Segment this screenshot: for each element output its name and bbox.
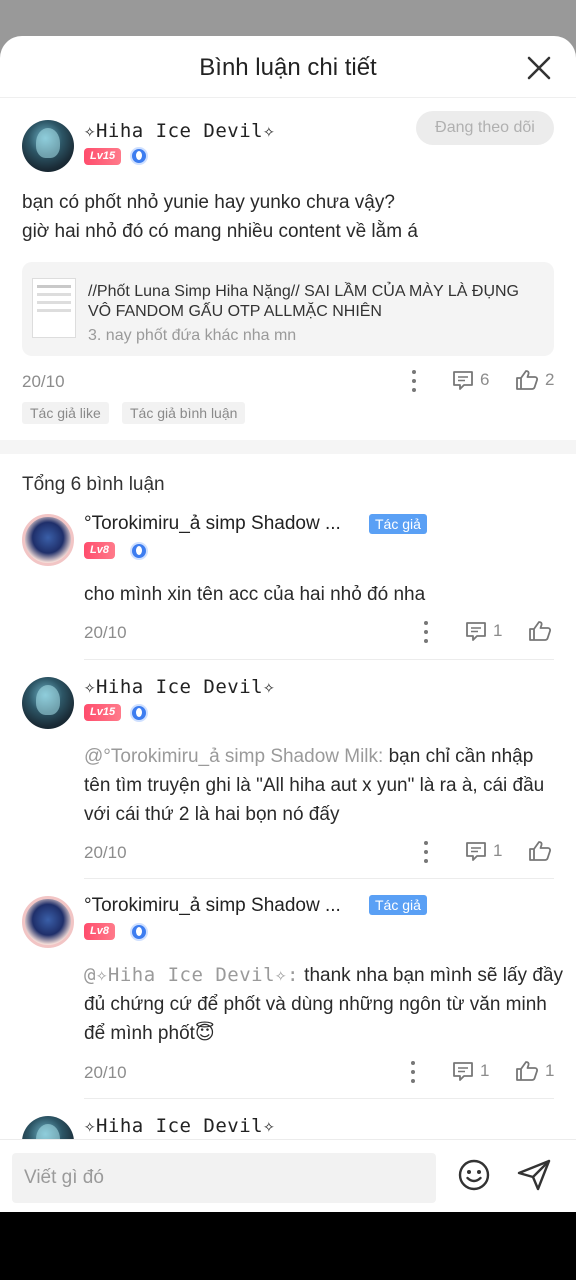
level-badge: Lv8 — [84, 923, 115, 940]
more-options-icon[interactable] — [410, 1061, 416, 1083]
divider — [84, 1098, 554, 1099]
more-options-icon[interactable] — [423, 621, 429, 643]
comment-input[interactable]: Viết gì đó — [12, 1153, 436, 1203]
comment-date: 20/10 — [84, 1063, 127, 1082]
author-tag-badge: Tác giả — [369, 514, 427, 534]
linked-story-card[interactable]: //Phốt Luna Simp Hiha Nặng// SAI LẦM CỦA… — [22, 262, 554, 356]
thumbs-up-icon — [529, 841, 552, 861]
comment-count: 6 — [480, 370, 490, 389]
sheet-title: Bình luận chi tiết — [199, 54, 377, 81]
verified-badge-icon — [130, 704, 148, 722]
comment-icon — [466, 622, 486, 641]
like-count: 1 — [545, 1061, 555, 1080]
comment-author-name[interactable]: ✧Hiha Ice Devil✧ — [84, 1115, 275, 1137]
comment-icon — [453, 371, 473, 390]
author-liked-chip: Tác giả like — [22, 402, 109, 424]
comment-date: 20/10 — [84, 623, 127, 642]
comment-text: @°Torokimiru_ả simp Shadow Milk: bạn chỉ… — [84, 742, 564, 829]
more-options-icon[interactable] — [423, 841, 429, 863]
post-text: bạn có phốt nhỏ yunie hay yunko chưa vậy… — [22, 188, 418, 246]
emoji-icon[interactable] — [457, 1158, 491, 1192]
avatar[interactable] — [22, 120, 74, 172]
avatar[interactable] — [22, 514, 74, 566]
section-separator — [0, 440, 576, 454]
like-button[interactable] — [528, 620, 552, 642]
story-thumbnail — [32, 278, 76, 338]
author-tag-badge: Tác giả — [369, 895, 427, 915]
avatar[interactable] — [22, 677, 74, 729]
mention-link[interactable]: @°Torokimiru_ả simp Shadow Milk: — [84, 746, 383, 767]
reply-button[interactable]: 1 — [452, 1060, 489, 1082]
comment-text: @✧Hiha Ice Devil✧: thank nha bạn mình sẽ… — [84, 961, 564, 1048]
verified-badge-icon — [130, 542, 148, 560]
mention-link[interactable]: @✧Hiha Ice Devil✧: — [84, 964, 299, 986]
story-title: //Phốt Luna Simp Hiha Nặng// SAI LẦM CỦA… — [88, 283, 519, 320]
post-text-line: bạn có phốt nhỏ yunie hay yunko chưa vậy… — [22, 192, 395, 213]
avatar[interactable] — [22, 896, 74, 948]
story-chapter: 3. nay phốt đứa khác nha mn — [88, 327, 297, 344]
post-author-name[interactable]: ✧Hiha Ice Devil✧ — [84, 120, 275, 142]
level-badge: Lv8 — [84, 542, 115, 559]
reply-button[interactable]: 1 — [465, 620, 502, 642]
verified-badge-icon — [130, 147, 148, 165]
post-comment-button[interactable]: 6 — [452, 369, 489, 391]
reply-count: 1 — [480, 1061, 490, 1080]
verified-badge-icon — [130, 923, 148, 941]
close-icon[interactable] — [526, 55, 552, 81]
divider — [84, 878, 554, 879]
like-button[interactable] — [528, 840, 552, 862]
comment-author-name[interactable]: °Torokimiru_ả simp Shadow ... — [84, 513, 341, 535]
send-icon[interactable] — [516, 1158, 552, 1192]
comment-composer: Viết gì đó — [0, 1139, 576, 1212]
post-date: 20/10 — [22, 372, 65, 391]
like-count: 2 — [545, 370, 555, 389]
thumbs-up-icon — [516, 370, 539, 390]
comment-author-name[interactable]: °Torokimiru_ả simp Shadow ... — [84, 895, 341, 917]
reply-count: 1 — [493, 841, 503, 860]
thumbs-up-icon — [529, 621, 552, 641]
reply-button[interactable]: 1 — [465, 840, 502, 862]
like-button[interactable]: 1 — [515, 1060, 554, 1082]
level-badge: Lv15 — [84, 704, 122, 721]
post-like-button[interactable]: 2 — [515, 369, 554, 391]
sheet-header: Bình luận chi tiết — [0, 36, 576, 98]
comment-text: cho mình xin tên acc của hai nhỏ đó nha — [84, 584, 426, 605]
comment-author-name[interactable]: ✧Hiha Ice Devil✧ — [84, 676, 275, 698]
comment-icon — [466, 842, 486, 861]
divider — [84, 659, 554, 660]
more-options-icon[interactable] — [411, 370, 417, 392]
thumbs-up-icon — [516, 1061, 539, 1081]
reply-count: 1 — [493, 621, 503, 640]
comment-icon — [453, 1062, 473, 1081]
comment-detail-sheet: Bình luận chi tiết ✧Hiha Ice Devil✧ Lv15… — [0, 36, 576, 1212]
total-comments-label: Tổng 6 bình luận — [22, 474, 165, 495]
post-text-line: giờ hai nhỏ đó có mang nhiều content về … — [22, 221, 418, 242]
comment-date: 20/10 — [84, 843, 127, 862]
following-button[interactable]: Đang theo dõi — [416, 111, 554, 145]
level-badge: Lv15 — [84, 148, 122, 165]
author-commented-chip: Tác giả bình luận — [122, 402, 246, 424]
